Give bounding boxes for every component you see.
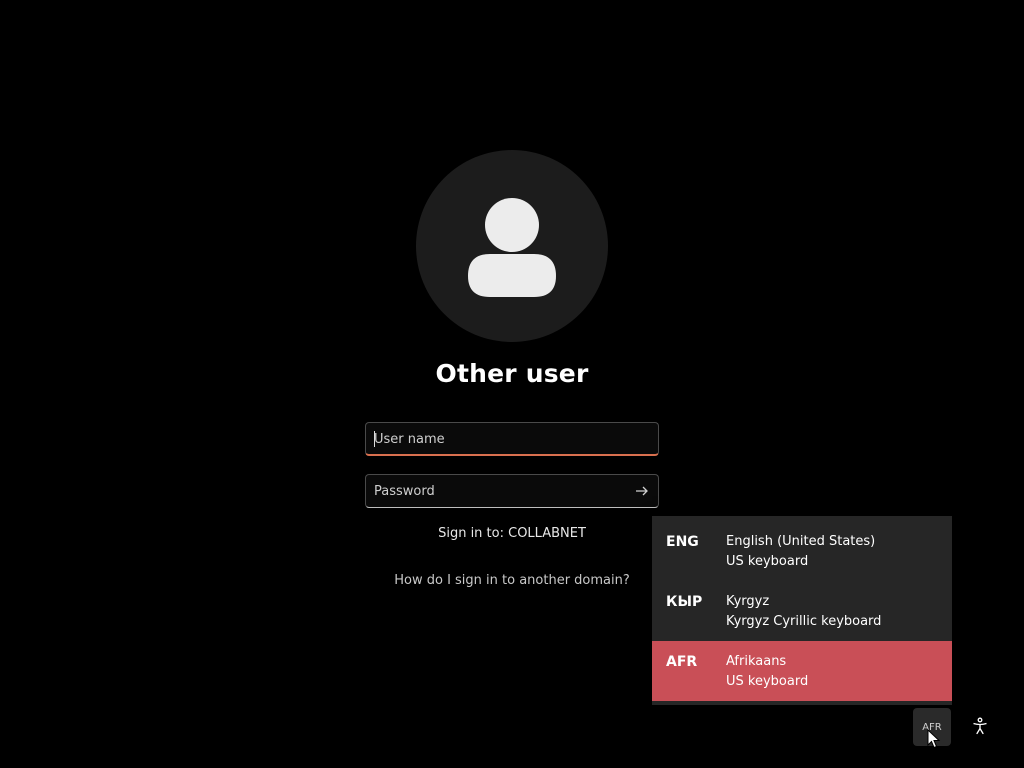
language-menu: ENG English (United States) US keyboard … (652, 516, 952, 705)
account-title: Other user (435, 359, 589, 388)
user-avatar (416, 150, 608, 342)
keyboard-layout: US keyboard (726, 674, 809, 689)
language-option-afr[interactable]: AFR Afrikaans US keyboard (652, 641, 952, 701)
password-field-container (365, 474, 659, 508)
text-caret (374, 431, 375, 447)
language-code: ENG (666, 534, 699, 550)
language-code: КЫР (666, 594, 703, 610)
language-option-eng[interactable]: ENG English (United States) US keyboard (652, 521, 952, 581)
username-field-container (365, 422, 659, 456)
sign-in-domain-label: Sign in to: COLLABNET (438, 526, 586, 541)
language-code: AFR (666, 654, 698, 670)
language-name: Kyrgyz (726, 594, 770, 609)
username-input[interactable] (374, 423, 624, 455)
accessibility-button[interactable] (965, 711, 995, 741)
arrow-right-icon (636, 486, 648, 496)
accessibility-icon (973, 717, 987, 735)
keyboard-layout: Kyrgyz Cyrillic keyboard (726, 614, 882, 629)
mouse-cursor-icon (927, 729, 941, 749)
language-name: Afrikaans (726, 654, 787, 669)
language-name: English (United States) (726, 534, 876, 549)
password-input[interactable] (374, 475, 624, 507)
other-domain-link[interactable]: How do I sign in to another domain? (352, 573, 672, 588)
submit-button[interactable] (632, 481, 652, 501)
keyboard-layout: US keyboard (726, 554, 809, 569)
language-option-kyr[interactable]: КЫР Kyrgyz Kyrgyz Cyrillic keyboard (652, 581, 952, 641)
person-icon (468, 198, 556, 297)
